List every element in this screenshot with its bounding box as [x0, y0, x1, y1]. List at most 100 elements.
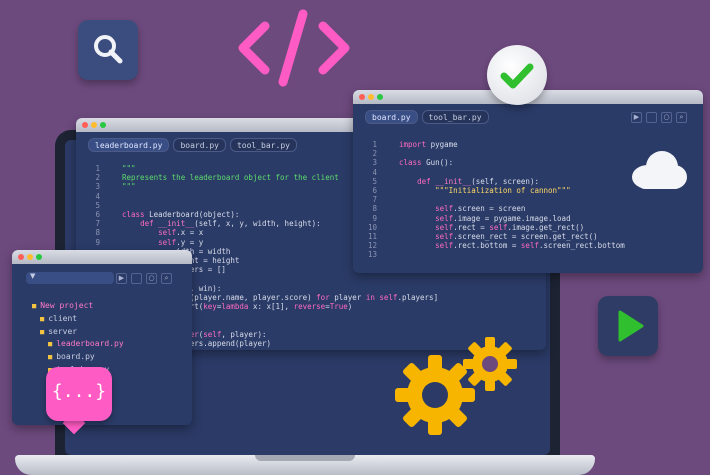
line-number: 7 [95, 219, 100, 229]
stop-icon[interactable] [131, 273, 142, 284]
check-icon [500, 63, 534, 89]
code-text: self.x = x [158, 228, 204, 238]
tree-item-label: server [48, 326, 78, 336]
stop-icon[interactable] [646, 112, 657, 123]
code-line: 9 self.image = pygame.image.load [357, 214, 703, 223]
code-line: 12 self.rect.bottom = self.screen_rect.b… [357, 241, 703, 250]
line-number: 3 [372, 158, 377, 168]
tree-item[interactable]: ■ server [32, 326, 124, 339]
code-text: """Initialization of cannon""" [435, 186, 571, 196]
code-text: """ [122, 182, 136, 192]
line-number: 10 [367, 222, 377, 232]
folder-icon: ■ [32, 302, 37, 310]
tree-item-label: New project [40, 301, 94, 310]
search-icon[interactable]: ⌕ [676, 112, 687, 123]
maximize-dot[interactable] [36, 254, 42, 260]
maximize-dot[interactable] [100, 122, 106, 128]
line-number: 6 [95, 210, 100, 220]
debug-icon[interactable]: ○ [146, 273, 157, 284]
tree-item[interactable]: ■ leaderboard.py [32, 338, 124, 351]
tree-item[interactable]: ■ client [32, 313, 124, 326]
code-text: self.screen_rect = screen.get_rect() [435, 232, 598, 242]
project-dropdown[interactable]: ▼ [26, 272, 114, 284]
maximize-dot[interactable] [377, 94, 383, 100]
run-icon[interactable]: ▶ [116, 273, 127, 284]
code-line: 11 self.screen_rect = screen.get_rect() [357, 232, 703, 241]
line-number: 11 [367, 232, 377, 242]
code-text: self.image = pygame.image.load [435, 213, 571, 223]
code-text: class Leaderboard(object): [122, 210, 240, 220]
code-text: self.rect.bottom = self.screen_rect.bott… [435, 241, 625, 251]
braces-bubble: {...} [46, 367, 112, 421]
explorer-toolbar: ▶ ○ ⌕ [116, 273, 172, 284]
tree-item[interactable]: ■ board.py [32, 351, 124, 364]
minimize-dot[interactable] [91, 122, 97, 128]
search-tile[interactable] [78, 20, 138, 80]
line-number: 4 [95, 191, 100, 201]
folder-icon: ■ [40, 327, 45, 336]
editor-toolbar: ▶ ○ ⌕ [631, 112, 687, 123]
tab-tool-bar[interactable]: tool_bar.py [229, 138, 297, 152]
tab-board[interactable]: board.py [365, 110, 418, 124]
laptop-notch [255, 455, 355, 461]
close-dot[interactable] [18, 254, 24, 260]
cloud-icon [632, 151, 687, 189]
line-number: 9 [372, 213, 377, 223]
close-dot[interactable] [82, 122, 88, 128]
search-icon [94, 35, 123, 64]
tab-leaderboard[interactable]: leaderboard.py [88, 138, 170, 152]
line-number: 7 [372, 195, 377, 205]
folder-icon: ■ [40, 314, 45, 323]
code-line: 10 self.rect = self.image.get_rect() [357, 223, 703, 232]
line-number: 9 [95, 237, 100, 247]
code-text: """ [122, 164, 136, 173]
minimize-dot[interactable] [27, 254, 33, 260]
check-badge [487, 45, 547, 105]
code-text: Represents the leaderboard object for th… [122, 173, 339, 183]
code-line: 7 [357, 195, 703, 204]
tab-board[interactable]: board.py [173, 138, 226, 152]
code-text: self.rect = self.image.get_rect() [435, 222, 585, 232]
line-number: 4 [372, 167, 377, 177]
file-tree: ■ New project ■ client ■ server ■ leaderboard.p… [32, 300, 124, 377]
folder-icon: ■ [48, 353, 53, 362]
line-number: 8 [95, 228, 100, 238]
tab-tool-bar[interactable]: tool_bar.py [421, 110, 489, 124]
search-icon[interactable]: ⌕ [161, 273, 172, 284]
code-text: def __init__(self, x, y, width, height): [140, 219, 321, 229]
line-number: 5 [95, 200, 100, 210]
line-number: 12 [367, 241, 377, 251]
folder-icon: ■ [48, 340, 53, 349]
line-number: 1 [95, 164, 100, 173]
code-text: class Gun(): [399, 158, 454, 168]
gear-icon [463, 337, 517, 391]
code-line: 13 [357, 250, 703, 259]
run-icon[interactable]: ▶ [631, 112, 642, 123]
chevron-down-icon: ▼ [30, 272, 36, 280]
code-text: self.screen = screen [435, 204, 526, 214]
line-number: 13 [367, 250, 377, 260]
debug-icon[interactable]: ○ [661, 112, 672, 123]
tree-item-label: leaderboard.py [56, 339, 124, 349]
tree-item[interactable]: ■ New project [32, 300, 124, 313]
window-titlebar [12, 250, 192, 264]
minimize-dot[interactable] [368, 94, 374, 100]
play-tile[interactable] [598, 296, 658, 356]
line-number: 8 [372, 204, 377, 214]
code-tag-icon [238, 9, 350, 87]
play-icon [618, 310, 644, 342]
code-line: 8 self.screen = screen [357, 204, 703, 213]
line-number: 2 [372, 149, 377, 159]
code-text: import pygame [399, 140, 458, 149]
line-number: 2 [95, 173, 100, 183]
tree-item-label: board.py [56, 352, 95, 362]
code-text: self.y = y [158, 237, 204, 247]
close-dot[interactable] [359, 94, 365, 100]
line-number: 1 [372, 140, 377, 149]
line-number: 3 [95, 182, 100, 192]
